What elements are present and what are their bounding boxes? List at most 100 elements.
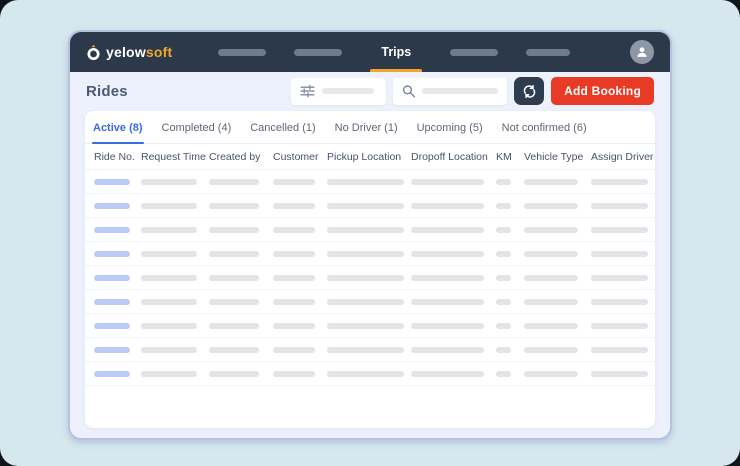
tab-no-driver-1[interactable]: No Driver (1) xyxy=(334,122,399,143)
cell-skeleton xyxy=(205,227,269,233)
cell-skeleton xyxy=(90,275,137,281)
nav-item-trips[interactable]: Trips xyxy=(370,32,422,72)
skeleton-bar xyxy=(496,323,511,329)
skeleton-bar xyxy=(327,179,404,185)
cell-skeleton xyxy=(323,371,407,377)
cell-skeleton xyxy=(137,347,205,353)
search-input[interactable] xyxy=(393,78,507,105)
skeleton-bar xyxy=(496,347,511,353)
skeleton-bar xyxy=(327,299,404,305)
brand-logo: yelowsoft xyxy=(86,44,172,61)
table-row-skeleton xyxy=(85,266,655,290)
tab-cancelled-1[interactable]: Cancelled (1) xyxy=(249,122,316,143)
cell-skeleton xyxy=(323,323,407,329)
cell-skeleton xyxy=(492,179,520,185)
user-avatar-icon xyxy=(635,45,649,59)
skeleton-bar xyxy=(591,371,648,377)
skeleton-bar xyxy=(411,179,484,185)
table-body xyxy=(85,170,655,386)
cell-skeleton xyxy=(323,203,407,209)
skeleton-bar xyxy=(496,179,511,185)
cell-skeleton xyxy=(137,323,205,329)
user-avatar[interactable] xyxy=(630,40,654,64)
cell-skeleton xyxy=(137,371,205,377)
tab-upcoming-5[interactable]: Upcoming (5) xyxy=(416,122,484,143)
skeleton-bar xyxy=(524,251,578,257)
skeleton-bar xyxy=(94,251,130,257)
skeleton-bar xyxy=(411,203,484,209)
cell-skeleton xyxy=(587,275,650,281)
cell-skeleton xyxy=(587,371,650,377)
cell-skeleton xyxy=(587,323,650,329)
skeleton-bar xyxy=(94,323,130,329)
skeleton-bar xyxy=(524,323,578,329)
cell-skeleton xyxy=(520,251,587,257)
cell-skeleton xyxy=(205,179,269,185)
logo-mark-icon xyxy=(86,44,101,61)
cell-skeleton xyxy=(269,299,323,305)
nav-item-placeholder[interactable] xyxy=(450,49,498,56)
column-header-assign-driver: Assign Driver xyxy=(587,151,650,163)
cell-skeleton xyxy=(323,299,407,305)
cell-skeleton xyxy=(520,275,587,281)
skeleton-bar xyxy=(209,203,259,209)
skeleton-bar xyxy=(273,179,315,185)
skeleton-bar xyxy=(141,347,197,353)
brand-name: yelowsoft xyxy=(106,44,172,60)
cell-skeleton xyxy=(90,251,137,257)
skeleton-bar xyxy=(496,299,511,305)
skeleton-bar xyxy=(411,227,484,233)
cell-skeleton xyxy=(205,203,269,209)
nav-item-placeholder[interactable] xyxy=(218,49,266,56)
skeleton-bar xyxy=(524,371,578,377)
cell-skeleton xyxy=(90,227,137,233)
cell-skeleton xyxy=(492,275,520,281)
nav-menu: Trips xyxy=(218,32,570,72)
nav-item-placeholder[interactable] xyxy=(526,49,570,56)
cell-skeleton xyxy=(407,371,492,377)
skeleton-bar xyxy=(273,251,315,257)
cell-skeleton xyxy=(269,227,323,233)
cell-skeleton xyxy=(520,179,587,185)
cell-skeleton xyxy=(137,203,205,209)
skeleton-bar xyxy=(209,179,259,185)
add-booking-button[interactable]: Add Booking xyxy=(551,77,654,105)
cell-skeleton xyxy=(407,179,492,185)
filter-input[interactable] xyxy=(291,78,386,105)
cell-skeleton xyxy=(520,347,587,353)
cell-skeleton xyxy=(269,371,323,377)
nav-item-placeholder[interactable] xyxy=(294,49,342,56)
skeleton-bar xyxy=(327,227,404,233)
page-background: yelowsoft Trips Rides xyxy=(0,0,740,466)
skeleton-bar xyxy=(209,347,259,353)
cell-skeleton xyxy=(137,227,205,233)
skeleton-bar xyxy=(327,323,404,329)
tab-not-confirmed-6[interactable]: Not confirmed (6) xyxy=(501,122,588,143)
skeleton-bar xyxy=(524,275,578,281)
skeleton-bar xyxy=(411,323,484,329)
cell-skeleton xyxy=(587,299,650,305)
table-row-skeleton xyxy=(85,338,655,362)
cell-skeleton xyxy=(587,347,650,353)
skeleton-bar xyxy=(411,275,484,281)
cell-skeleton xyxy=(205,371,269,377)
skeleton-bar xyxy=(94,299,130,305)
skeleton-bar xyxy=(273,299,315,305)
cell-skeleton xyxy=(407,323,492,329)
table-row-skeleton xyxy=(85,242,655,266)
cell-skeleton xyxy=(269,251,323,257)
app-window: yelowsoft Trips Rides xyxy=(68,30,672,440)
tab-active-8[interactable]: Active (8) xyxy=(92,122,144,143)
skeleton-bar xyxy=(141,179,197,185)
skeleton-bar xyxy=(273,347,315,353)
cell-skeleton xyxy=(90,371,137,377)
cell-skeleton xyxy=(407,299,492,305)
cell-skeleton xyxy=(90,347,137,353)
refresh-icon xyxy=(522,84,537,99)
sliders-filter-icon xyxy=(300,84,315,98)
skeleton-bar xyxy=(327,371,404,377)
cell-skeleton xyxy=(137,299,205,305)
refresh-button[interactable] xyxy=(514,77,544,105)
cell-skeleton xyxy=(587,203,650,209)
tab-completed-4[interactable]: Completed (4) xyxy=(161,122,233,143)
